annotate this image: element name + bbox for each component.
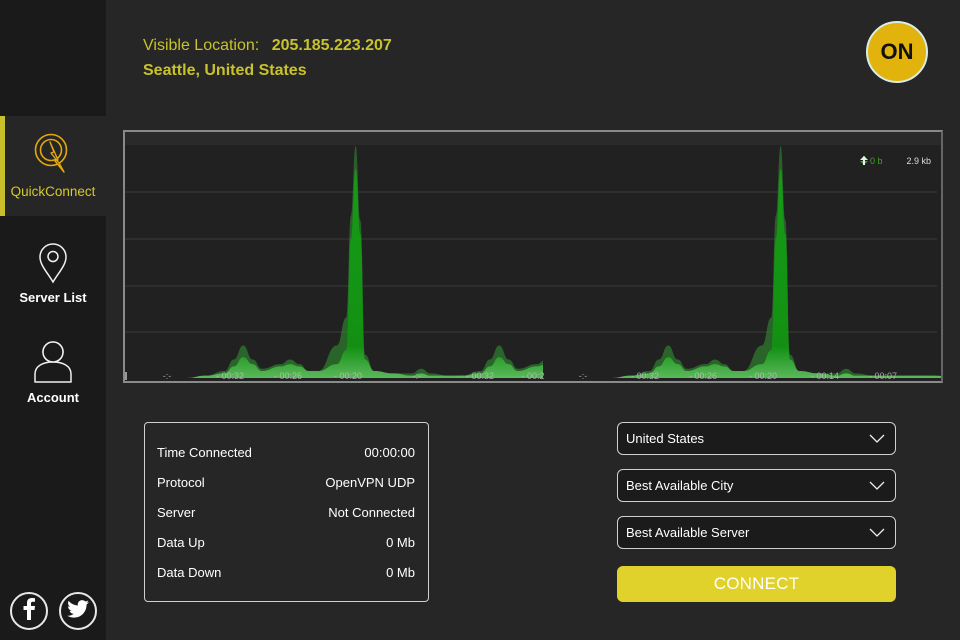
sidebar-item-account[interactable]: Account [0,320,106,420]
chart-legend: 0 b 2.9 kb [859,156,931,166]
quickconnect-icon [33,132,73,178]
series-area-upload [187,146,543,378]
stat-label: Data Down [157,565,222,580]
bandwidth-chart-svg: -:- - 00:32 - 00:26 - 00:20 -:- - 00:32 - 00:2… [125,132,941,381]
stat-value: 00:00:00 [364,445,415,460]
twitter-button[interactable] [59,592,97,630]
x-tick-label: -:- [579,371,588,381]
stat-row-data-down: Data Down 0 Mb [157,565,415,595]
sidebar-item-label: Account [27,390,79,405]
visible-location: Visible Location: 205.185.223.207 Seattl… [143,37,392,79]
server-select-value: Best Available Server [626,525,750,540]
connect-button[interactable]: CONNECT [617,566,896,602]
x-tick-label: - 00:20 [334,371,362,381]
country-select-value: United States [626,431,705,446]
sidebar: QuickConnect Server List Account [0,0,106,640]
country-select[interactable]: United States [617,422,896,455]
city-select[interactable]: Best Available City [617,469,896,502]
x-tick-label: - 00:32 [216,371,244,381]
power-toggle-button[interactable]: ON [866,21,928,83]
x-tick-label: - 00:26 [274,371,302,381]
chevron-down-icon [869,478,885,493]
x-tick-label: - 00:07 [869,371,897,381]
chevron-down-icon [869,525,885,540]
sidebar-item-label: QuickConnect [10,184,96,199]
server-select[interactable]: Best Available Server [617,516,896,549]
legend-download-value: 0 b [869,156,883,166]
x-tick-label: - 00:14 [811,371,839,381]
ip-address: 205.185.223.207 [271,37,392,54]
stat-label: Data Up [157,535,205,550]
stat-row-time-connected: Time Connected 00:00:00 [157,445,415,475]
sidebar-item-label: Server List [19,290,87,305]
visible-location-label: Visible Location: [143,37,260,54]
legend-upload-value: 2.9 kb [906,156,931,166]
x-tick-label: -:- [413,371,422,381]
chart-segment [612,146,941,378]
series-area-upload [443,345,543,378]
x-tick-label: -:- [163,371,172,381]
facebook-icon [22,597,36,625]
x-tick-label: - 00:20 [749,371,777,381]
stat-label: Server [157,505,196,520]
chart-header-band [125,132,941,145]
stat-value: 0 Mb [386,535,415,550]
legend-upload: 2.9 kb [859,156,931,166]
stat-row-protocol: Protocol OpenVPN UDP [157,475,415,505]
x-tick-label: - 00:32 [466,371,494,381]
map-pin-icon [38,238,68,284]
stat-row-server: Server Not Connected [157,505,415,535]
sidebar-item-quickconnect[interactable]: QuickConnect [0,116,106,216]
x-tick-label: - 00:32 [631,371,659,381]
city-select-value: Best Available City [626,478,734,493]
twitter-icon [67,599,89,623]
series-area-download [612,169,941,378]
user-icon [33,338,73,384]
bandwidth-chart: -:- - 00:32 - 00:26 - 00:20 -:- - 00:32 - 00:2… [123,130,943,383]
facebook-button[interactable] [10,592,48,630]
series-area-download [443,357,543,378]
location-city: Seattle, United States [143,62,307,79]
x-tick-label: - 00:2 [521,371,544,381]
stat-value: 0 Mb [386,565,415,580]
series-area-download [187,169,543,378]
stat-label: Time Connected [157,445,252,460]
stat-value: Not Connected [328,505,415,520]
chevron-down-icon [869,431,885,446]
stat-value: OpenVPN UDP [325,475,415,490]
chart-segment [187,146,543,378]
connection-stats-panel: Time Connected 00:00:00 Protocol OpenVPN… [144,422,429,602]
sidebar-item-server-list[interactable]: Server List [0,220,106,320]
chart-segment [443,345,543,378]
x-tick-label: - 00:26 [689,371,717,381]
stat-row-data-up: Data Up 0 Mb [157,535,415,565]
stat-label: Protocol [157,475,205,490]
